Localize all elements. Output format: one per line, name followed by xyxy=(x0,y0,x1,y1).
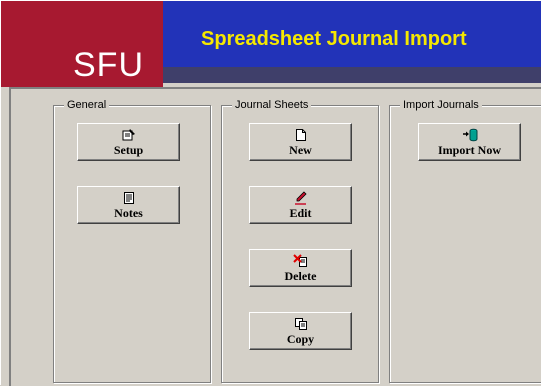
edit-button[interactable]: Edit xyxy=(249,186,352,224)
import-now-button-label: Import Now xyxy=(438,142,501,157)
edit-button-label: Edit xyxy=(289,205,312,220)
notes-icon xyxy=(121,191,137,205)
new-button-label: New xyxy=(289,142,312,157)
import-journals-group: Import Journals Import Now xyxy=(389,98,541,383)
notes-button-label: Notes xyxy=(114,205,143,220)
import-database-icon xyxy=(462,128,478,142)
notes-button[interactable]: Notes xyxy=(77,186,180,224)
setup-icon xyxy=(121,128,137,142)
delete-icon xyxy=(293,253,309,268)
import-journals-group-label: Import Journals xyxy=(400,98,482,112)
header-banner: SFU Spreadsheet Journal Import xyxy=(1,1,541,87)
main-panel: General Setup Notes Journal Sheets New E… xyxy=(9,87,541,386)
new-button[interactable]: New xyxy=(249,123,352,161)
journal-sheets-group: Journal Sheets New Edit Delete Copy xyxy=(221,98,379,383)
sfu-logo: SFU xyxy=(1,1,163,87)
journal-sheets-group-label: Journal Sheets xyxy=(232,98,312,112)
pencil-icon xyxy=(293,190,309,205)
general-group: General Setup Notes xyxy=(53,98,211,383)
import-now-button[interactable]: Import Now xyxy=(418,123,521,161)
delete-button[interactable]: Delete xyxy=(249,249,352,287)
logo-text: SFU xyxy=(73,46,144,84)
copy-icon xyxy=(293,317,309,331)
copy-button-label: Copy xyxy=(286,331,315,346)
setup-button[interactable]: Setup xyxy=(77,123,180,161)
app-window: SFU Spreadsheet Journal Import General S… xyxy=(0,0,541,386)
new-document-icon xyxy=(293,128,309,142)
delete-button-label: Delete xyxy=(284,268,317,283)
banner-shadow xyxy=(163,67,541,83)
general-group-label: General xyxy=(64,98,110,112)
copy-button[interactable]: Copy xyxy=(249,312,352,350)
page-title: Spreadsheet Journal Import xyxy=(201,28,467,50)
setup-button-label: Setup xyxy=(113,142,144,157)
